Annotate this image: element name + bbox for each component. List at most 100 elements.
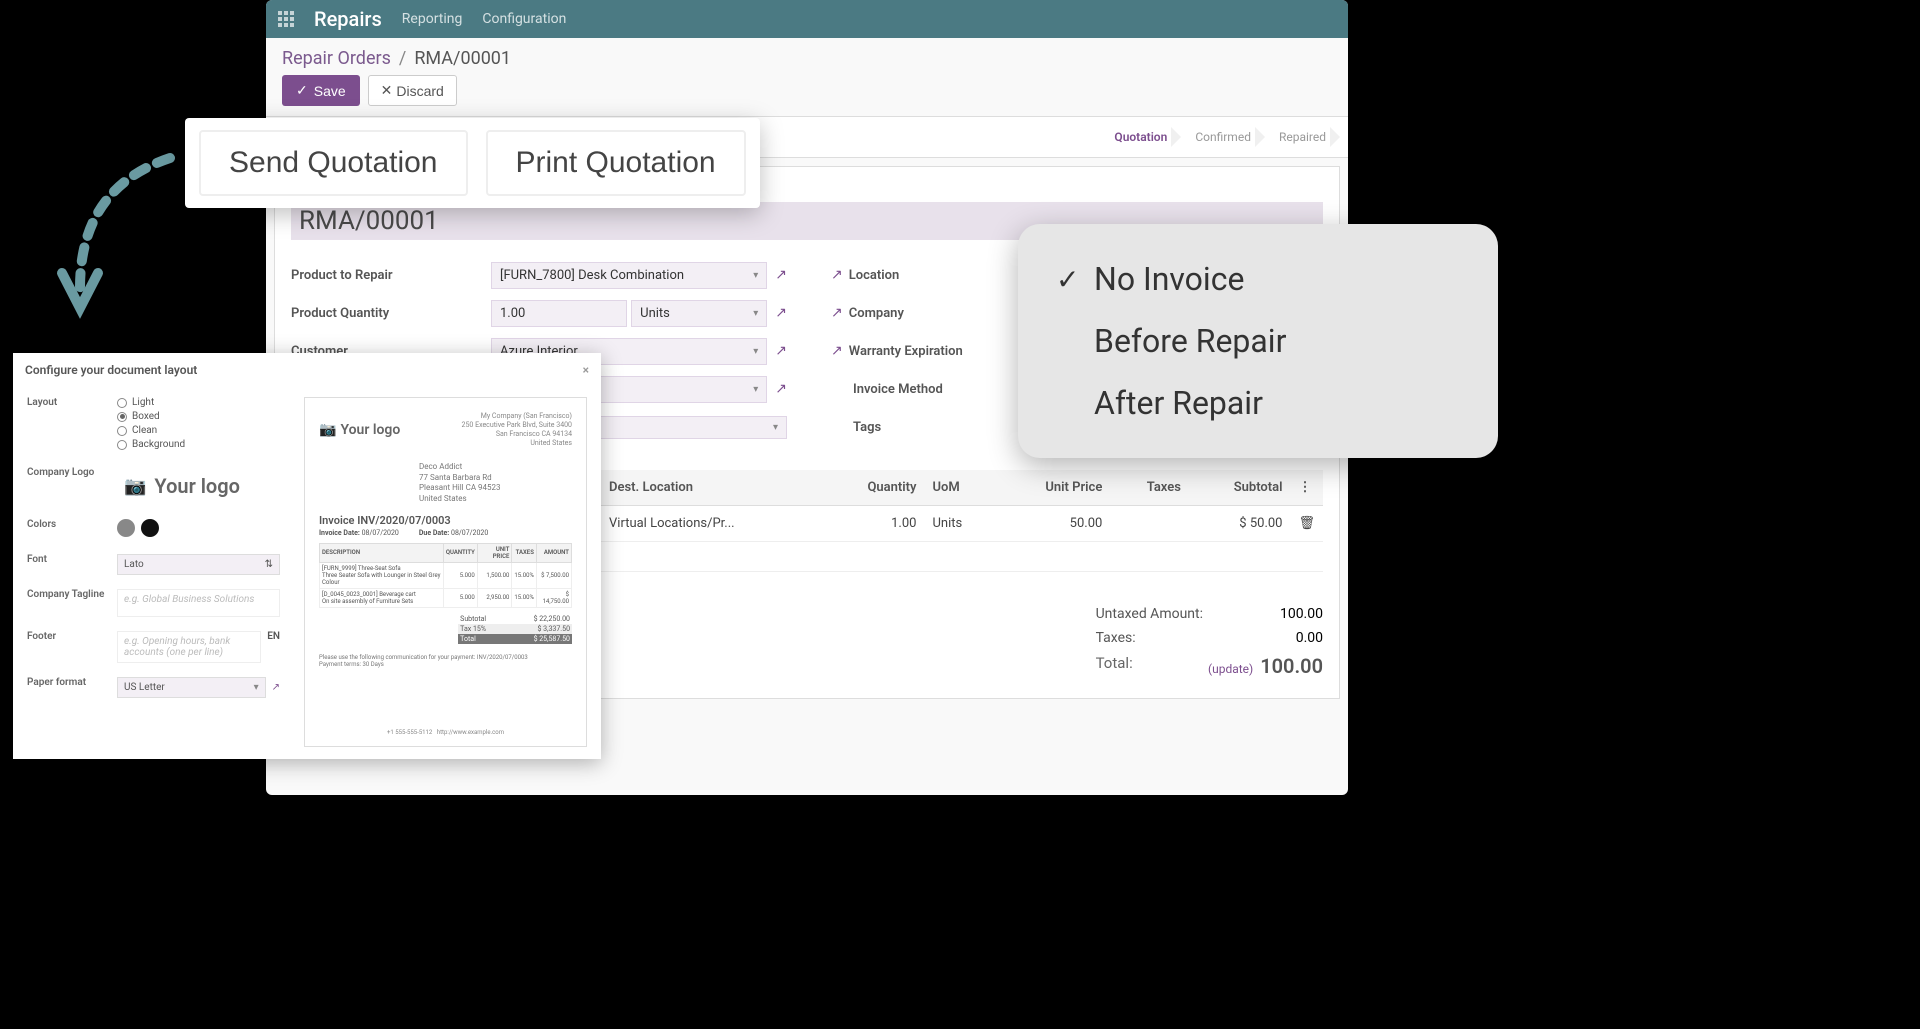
preview-note: Please use the following communication f… bbox=[319, 654, 572, 668]
nav-configuration[interactable]: Configuration bbox=[482, 11, 566, 27]
product-qty-input[interactable]: 1.00 bbox=[491, 300, 627, 327]
external-link-icon[interactable]: ↗ bbox=[775, 381, 787, 397]
preview-footer: +1 555-555-5112 http://www.example.com bbox=[305, 729, 586, 736]
invoice-option-after-repair[interactable]: After Repair bbox=[1048, 372, 1468, 434]
invoice-option-label: No Invoice bbox=[1094, 260, 1244, 298]
product-qty-unit-value: Units bbox=[640, 306, 670, 321]
th-taxes[interactable]: Taxes bbox=[1110, 470, 1189, 506]
external-link-icon[interactable]: ↗ bbox=[775, 305, 787, 321]
flow-arrow-icon bbox=[50, 148, 190, 328]
product-to-repair-select[interactable]: [FURN_7800] Desk Combination ▾ bbox=[491, 262, 767, 289]
document-preview: 📷 Your logo My Company (San Francisco) 2… bbox=[304, 397, 587, 747]
invoice-option-no-invoice[interactable]: ✓ No Invoice bbox=[1048, 248, 1468, 310]
tagline-input[interactable]: e.g. Global Business Solutions bbox=[117, 589, 280, 617]
preview-logo: 📷 Your logo bbox=[319, 412, 400, 448]
tagline-label: Company Tagline bbox=[27, 589, 117, 600]
discard-button[interactable]: ✕ Discard bbox=[368, 75, 457, 106]
footer-input[interactable]: e.g. Opening hours, bank accounts (one p… bbox=[117, 631, 261, 663]
close-icon[interactable]: × bbox=[583, 363, 589, 377]
caret-down-icon: ▾ bbox=[773, 422, 778, 433]
layout-boxed-radio[interactable]: Boxed bbox=[117, 411, 280, 422]
apps-icon[interactable] bbox=[278, 11, 294, 27]
preview-company-addr: My Company (San Francisco) 250 Executive… bbox=[462, 412, 572, 448]
preview-invoice-title: Invoice INV/2020/07/0003 bbox=[319, 514, 572, 527]
cell-qty[interactable]: 1.00 bbox=[823, 506, 925, 542]
external-link-icon[interactable]: ↗ bbox=[831, 343, 843, 359]
invoice-option-label: Before Repair bbox=[1094, 322, 1286, 360]
taxes-total-value: 0.00 bbox=[1243, 630, 1323, 646]
cell-subtotal[interactable]: $ 50.00 bbox=[1189, 506, 1291, 542]
caret-down-icon: ▾ bbox=[254, 682, 259, 693]
breadcrumb-current: RMA/00001 bbox=[414, 48, 511, 69]
total-label: Total: bbox=[1096, 654, 1133, 678]
layout-clean-radio[interactable]: Clean bbox=[117, 425, 280, 436]
footer-lang[interactable]: EN bbox=[267, 631, 280, 663]
cell-unitprice[interactable]: 50.00 bbox=[996, 506, 1110, 542]
logo-text: Your logo bbox=[154, 474, 240, 498]
app-title: Repairs bbox=[314, 7, 382, 31]
footer-config-label: Footer bbox=[27, 631, 117, 642]
breadcrumb-separator: / bbox=[399, 48, 406, 69]
topbar: Repairs Reporting Configuration bbox=[266, 0, 1348, 38]
layout-label: Layout bbox=[27, 397, 117, 408]
external-link-icon[interactable]: ↗ bbox=[831, 305, 843, 321]
nav-reporting[interactable]: Reporting bbox=[402, 11, 463, 27]
layout-background-radio[interactable]: Background bbox=[117, 439, 280, 450]
th-dest[interactable]: Dest. Location bbox=[601, 470, 823, 506]
breadcrumb-parent[interactable]: Repair Orders bbox=[282, 48, 391, 69]
stage-quotation[interactable]: Quotation bbox=[1100, 116, 1181, 158]
cell-dest[interactable]: Virtual Locations/Pr... bbox=[601, 506, 823, 542]
preview-totals: Subtotal$ 22,250.00 Tax 15%$ 3,337.50 To… bbox=[458, 614, 572, 644]
stage-confirmed[interactable]: Confirmed bbox=[1181, 116, 1265, 158]
print-quotation-button[interactable]: Print Quotation bbox=[486, 130, 746, 196]
save-button-label: Save bbox=[314, 83, 346, 99]
updown-icon: ⇅ bbox=[265, 559, 273, 570]
action-row: ✓ Save ✕ Discard bbox=[266, 75, 1348, 116]
preview-line-table: DESCRIPTION QUANTITY UNIT PRICE TAXES AM… bbox=[319, 543, 572, 608]
breadcrumb: Repair Orders / RMA/00001 bbox=[266, 38, 1348, 75]
th-menu[interactable]: ⋮ bbox=[1290, 470, 1323, 506]
external-link-icon[interactable]: ↗ bbox=[775, 267, 787, 283]
color-swatch-1[interactable] bbox=[117, 519, 135, 537]
close-icon: ✕ bbox=[381, 82, 393, 99]
product-to-repair-label: Product to Repair bbox=[291, 268, 491, 283]
stage-repaired[interactable]: Repaired bbox=[1265, 116, 1340, 158]
invoice-method-dropdown: ✓ No Invoice Before Repair After Repair bbox=[1018, 224, 1498, 458]
cell-taxes[interactable] bbox=[1110, 506, 1189, 542]
product-to-repair-value: [FURN_7800] Desk Combination bbox=[500, 268, 684, 283]
send-quotation-button[interactable]: Send Quotation bbox=[199, 130, 468, 196]
untaxed-value: 100.00 bbox=[1243, 606, 1323, 622]
caret-down-icon: ▾ bbox=[753, 308, 758, 319]
preview-billto: Deco Addict 77 Santa Barbara Rd Pleasant… bbox=[419, 462, 572, 504]
quotation-buttons-popup: Send Quotation Print Quotation bbox=[185, 118, 760, 208]
external-link-icon[interactable]: ↗ bbox=[831, 267, 843, 283]
save-button[interactable]: ✓ Save bbox=[282, 75, 360, 106]
invoice-option-before-repair[interactable]: Before Repair bbox=[1048, 310, 1468, 372]
taxes-total-label: Taxes: bbox=[1096, 630, 1136, 646]
font-label: Font bbox=[27, 554, 117, 565]
product-qty-label: Product Quantity bbox=[291, 306, 491, 321]
th-qty[interactable]: Quantity bbox=[823, 470, 925, 506]
th-unitprice[interactable]: Unit Price bbox=[996, 470, 1110, 506]
paper-select[interactable]: US Letter ▾ bbox=[117, 677, 266, 698]
check-icon: ✓ bbox=[296, 82, 308, 99]
layout-light-radio[interactable]: Light bbox=[117, 397, 280, 408]
product-qty-unit-select[interactable]: Units ▾ bbox=[631, 300, 767, 327]
color-swatch-2[interactable] bbox=[141, 519, 159, 537]
trash-icon[interactable]: 🗑 bbox=[1290, 506, 1323, 542]
caret-down-icon: ▾ bbox=[753, 384, 758, 395]
external-link-icon[interactable]: ↗ bbox=[272, 682, 280, 693]
th-subtotal[interactable]: Subtotal bbox=[1189, 470, 1291, 506]
caret-down-icon: ▾ bbox=[753, 346, 758, 357]
configure-layout-modal: Configure your document layout × Layout … bbox=[13, 353, 601, 759]
total-value: 100.00 bbox=[1260, 654, 1323, 678]
external-link-icon[interactable]: ↗ bbox=[775, 343, 787, 359]
th-uom[interactable]: UoM bbox=[924, 470, 996, 506]
cell-uom[interactable]: Units bbox=[924, 506, 996, 542]
font-select[interactable]: Lato ⇅ bbox=[117, 554, 280, 575]
check-icon: ✓ bbox=[1056, 263, 1080, 296]
camera-icon: 📷 bbox=[124, 476, 146, 497]
update-link[interactable]: (update) bbox=[1208, 662, 1253, 676]
config-title: Configure your document layout bbox=[25, 363, 197, 377]
company-logo-upload[interactable]: 📷 Your logo bbox=[117, 467, 280, 505]
